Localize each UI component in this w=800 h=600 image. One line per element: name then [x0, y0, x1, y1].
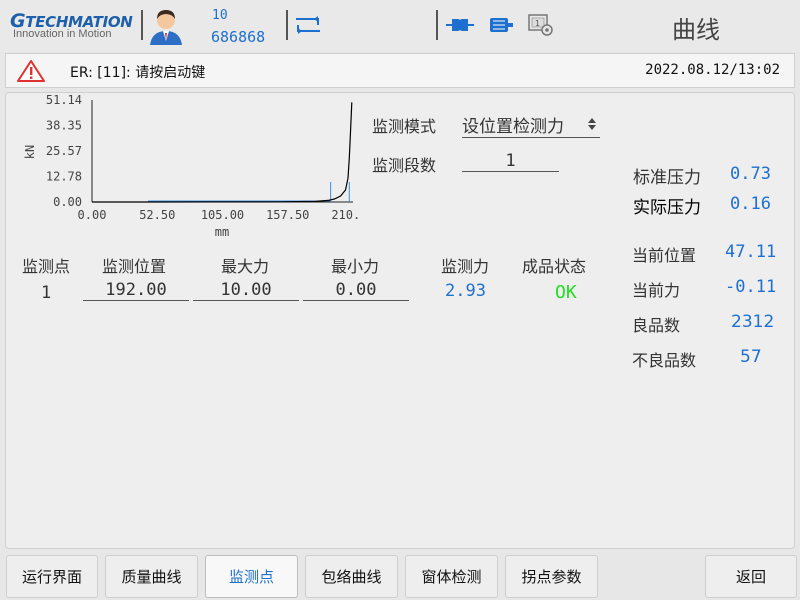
current-force-value: -0.11 — [725, 277, 777, 297]
header-bar: GTECHMATION Innovation in Motion 10 6868… — [0, 0, 800, 52]
bad-count-label: 不良品数 — [632, 351, 697, 370]
force-position-chart: 51.14 38.35 25.57 12.78 0.00 0.00 52.50 105.00… — [23, 93, 360, 239]
alarm-bar[interactable]: ER: [11]: 请按启动键 2022.08.12/13:02 — [5, 53, 795, 88]
user-avatar-icon[interactable] — [148, 7, 184, 45]
page-title: 曲线 — [672, 16, 720, 44]
tab-back[interactable]: 返回 — [705, 555, 797, 598]
monitor-segments-label: 监测段数 — [372, 156, 437, 175]
x-axis-ticks: 0.00 52.50 105.00 157.50 210.00 — [78, 208, 360, 222]
monitor-mode-select[interactable]: 设位置检测力 — [462, 112, 600, 138]
row-status: OK — [555, 282, 577, 303]
tab-monitor-point[interactable]: 监测点 — [205, 555, 298, 598]
actual-pressure-label: 实际压力 — [633, 198, 701, 218]
current-position-label: 当前位置 — [632, 246, 697, 265]
y-axis-ticks: 51.14 38.35 25.57 12.78 0.00 — [46, 93, 82, 209]
x-tick-label: 157.50 — [266, 208, 309, 222]
y-tick-label: 25.57 — [46, 144, 82, 158]
x-axis-label: mm — [215, 225, 229, 239]
bad-count-value: 57 — [740, 347, 762, 367]
y-tick-label: 12.78 — [46, 170, 82, 184]
monitor-mode-label: 监测模式 — [372, 117, 437, 136]
alarm-datetime: 2022.08.12/13:02 — [645, 62, 780, 78]
header-divider — [286, 10, 288, 40]
current-force-label: 当前力 — [632, 281, 681, 300]
row-max-force-field[interactable]: 10.00 — [193, 280, 299, 301]
tab-run-screen[interactable]: 运行界面 — [6, 555, 98, 598]
cycle-arrows-icon[interactable] — [292, 14, 324, 40]
row-point: 1 — [41, 283, 52, 303]
spinner-icon — [587, 116, 597, 136]
current-position-value: 47.11 — [725, 242, 777, 262]
bottom-nav: 运行界面 质量曲线 监测点 包络曲线 窗体检测 拐点参数 返回 — [0, 552, 800, 600]
header-divider — [436, 10, 438, 40]
tab-window-detection[interactable]: 窗体检测 — [405, 555, 498, 598]
col-header-max-force: 最大力 — [221, 257, 270, 276]
user-code: 686868 — [211, 28, 266, 46]
col-header-status: 成品状态 — [522, 257, 587, 276]
col-header-point: 监测点 — [22, 257, 71, 276]
tab-envelope-curve[interactable]: 包络曲线 — [305, 555, 398, 598]
x-tick-label: 210.00 — [331, 208, 360, 222]
x-tick-label: 52.50 — [139, 208, 175, 222]
y-tick-label: 38.35 — [46, 119, 82, 133]
good-count-label: 良品数 — [632, 316, 681, 335]
tab-inflection-params[interactable]: 拐点参数 — [505, 555, 598, 598]
col-header-min-force: 最小力 — [331, 257, 380, 276]
standard-pressure-label: 标准压力 — [633, 168, 701, 188]
monitor-settings-icon[interactable]: 1 — [527, 13, 555, 41]
row-min-force-field[interactable]: 0.00 — [303, 280, 409, 301]
header-divider — [141, 10, 143, 40]
x-tick-label: 105.00 — [201, 208, 244, 222]
connection-plug-icon[interactable] — [446, 16, 474, 38]
row-measured-force: 2.93 — [445, 281, 486, 301]
techmation-logo: GTECHMATION Innovation in Motion — [10, 10, 133, 40]
y-tick-label: 0.00 — [53, 195, 82, 209]
warning-icon — [16, 59, 46, 87]
good-count-value: 2312 — [731, 312, 775, 332]
y-axis-label: kN — [23, 145, 37, 159]
y-tick-label: 51.14 — [46, 93, 82, 107]
monitor-segments-field[interactable]: 1 — [462, 151, 559, 172]
alarm-message: ER: [11]: 请按启动键 — [70, 65, 206, 81]
monitor-markers — [147, 182, 350, 202]
x-tick-label: 0.00 — [78, 208, 107, 222]
user-id: 10 — [212, 8, 228, 23]
force-curve — [92, 102, 353, 203]
tab-quality-curve[interactable]: 质量曲线 — [105, 555, 198, 598]
svg-text:1: 1 — [535, 19, 540, 28]
col-header-position: 监测位置 — [102, 257, 167, 276]
actual-pressure-value: 0.16 — [730, 194, 771, 214]
row-position-field[interactable]: 192.00 — [83, 280, 189, 301]
motor-icon[interactable] — [488, 15, 514, 39]
standard-pressure-value: 0.73 — [730, 164, 771, 184]
col-header-measured-force: 监测力 — [441, 257, 490, 276]
